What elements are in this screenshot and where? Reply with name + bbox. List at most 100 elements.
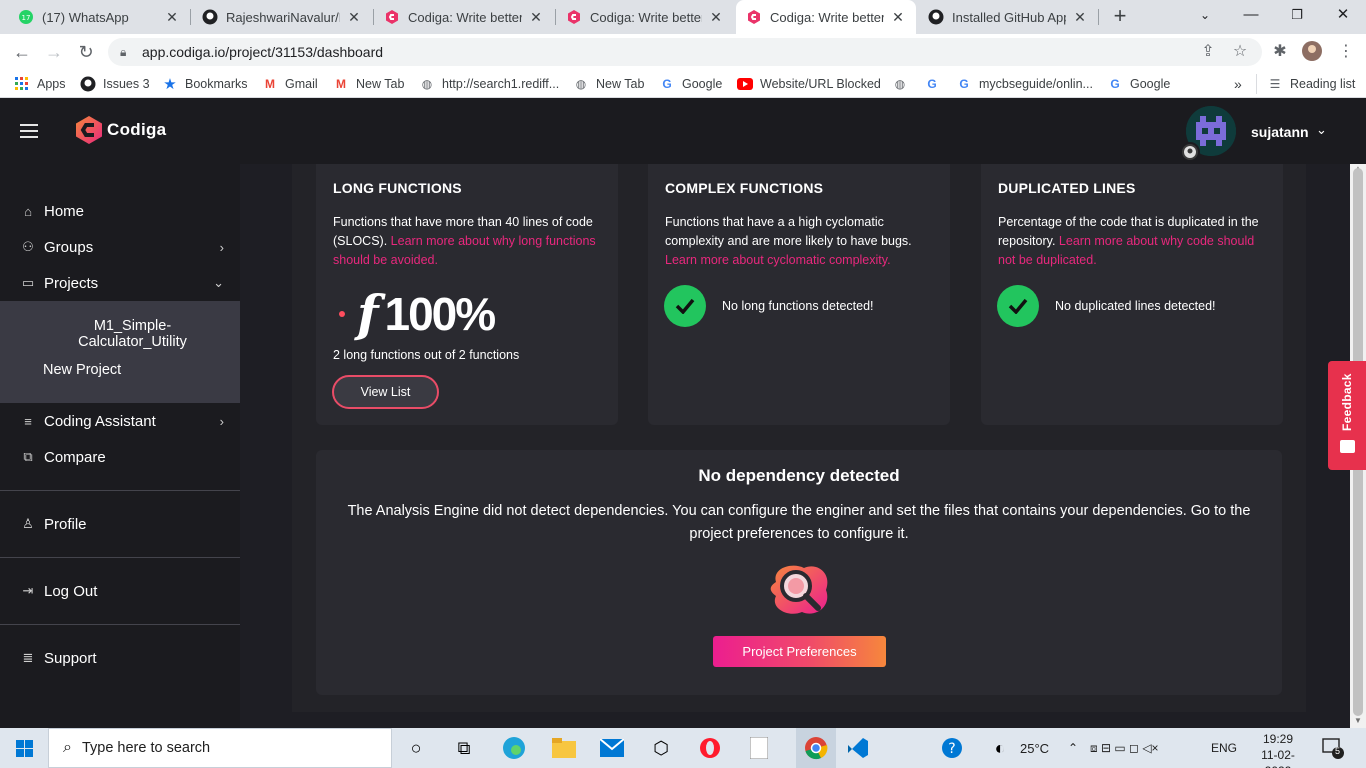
bookmark-globe[interactable]: ◍ [892, 74, 915, 94]
task-view-icon[interactable]: ⧉ [450, 734, 478, 762]
forward-button[interactable]: → [42, 40, 66, 64]
project-preferences-button[interactable]: Project Preferences [713, 636, 886, 667]
github-icon [80, 76, 96, 92]
sidebar-item-home[interactable]: ⌂ Home [0, 193, 240, 229]
help-icon[interactable]: ? [938, 734, 966, 762]
bookmark-bookmarks[interactable]: ★ Bookmarks [162, 74, 247, 94]
github-icon [202, 9, 218, 25]
codiga-logo-icon [76, 116, 102, 144]
notification-count: 5 [1335, 746, 1341, 756]
close-icon[interactable]: ✕ [528, 9, 544, 26]
close-icon[interactable]: ✕ [346, 9, 362, 26]
tray-icons[interactable]: ⧈ ⊟ ▭ ◻ ◁× [1090, 728, 1159, 768]
vscode-icon[interactable] [844, 734, 872, 762]
bookmark-rediff[interactable]: ◍ http://search1.rediff... [419, 74, 559, 94]
sidebar-item-compare[interactable]: ⧉ Compare [0, 439, 240, 475]
tab-codiga-2[interactable]: Codiga: Write better c ✕ [556, 0, 734, 34]
tab-github-repo[interactable]: RajeshwariNavalur/M1 ✕ [192, 0, 372, 34]
tab-whatsapp[interactable]: 17 (17) WhatsApp ✕ [8, 0, 190, 34]
notepad-icon[interactable] [745, 734, 773, 762]
notification-center-icon[interactable]: 5 [1322, 737, 1344, 759]
language-indicator[interactable]: ENG [1211, 728, 1237, 768]
weather-temp[interactable]: 25°C [1020, 728, 1049, 768]
minimize-button[interactable]: — [1228, 0, 1274, 30]
tab-title: (17) WhatsApp [42, 9, 129, 25]
whatsapp-icon: 17 [18, 9, 34, 25]
more-menu-icon[interactable]: ⋮ [1334, 40, 1358, 64]
close-icon[interactable]: ✕ [890, 9, 906, 26]
codiga-logo[interactable]: Codiga [75, 115, 166, 145]
taskbar-search[interactable]: ⌕ Type here to search [48, 728, 392, 768]
share-icon[interactable]: ⇪ [1196, 40, 1220, 64]
bookmark-issues[interactable]: Issues 3 [80, 74, 150, 94]
codiga-icon [566, 9, 582, 25]
sidebar-item-label: Groups [44, 238, 94, 256]
scroll-down-icon[interactable]: ▼ [1354, 716, 1362, 725]
hamburger-menu-icon[interactable] [20, 124, 38, 138]
opera-icon[interactable] [696, 734, 724, 762]
file-explorer-icon[interactable] [550, 734, 578, 762]
sidebar-item-groups[interactable]: ⚇ Groups › [0, 229, 240, 265]
url-field[interactable]: 🔒︎ app.codiga.io/project/31153/dashboard [108, 38, 1262, 66]
store-icon[interactable]: ⬡ [647, 734, 675, 762]
sidebar-divider [0, 490, 240, 491]
taskbar-clock[interactable]: 19:29 11-02-2022 [1251, 731, 1305, 768]
bookmark-google[interactable]: G Google [659, 74, 722, 94]
windows-start-button[interactable] [0, 728, 48, 768]
brand-name: Codiga [107, 120, 167, 139]
tab-codiga-1[interactable]: Codiga: Write better c ✕ [374, 0, 554, 34]
bookmark-gmail[interactable]: M Gmail [262, 74, 318, 94]
bookmark-star-icon[interactable]: ☆ [1228, 40, 1252, 64]
mail-icon[interactable] [598, 734, 626, 762]
username[interactable]: sujatann [1251, 124, 1309, 140]
sidebar-project-link[interactable]: M1_Simple-Calculator_Utility [60, 318, 205, 350]
tray-chevron-icon[interactable]: ⌃ [1068, 728, 1078, 768]
sidebar-item-coding-assistant[interactable]: ≡ Coding Assistant › [0, 403, 240, 439]
close-window-button[interactable]: ✕ [1320, 0, 1366, 30]
extensions-icon[interactable]: ✱ [1268, 40, 1292, 64]
sidebar-item-label: Profile [44, 515, 87, 533]
bookmark-apps[interactable]: Apps [14, 74, 66, 94]
function-icon: f [357, 284, 379, 343]
feedback-tab[interactable]: Feedback [1328, 361, 1366, 470]
new-project-link[interactable]: New Project [43, 362, 121, 378]
cortana-icon[interactable]: ○ [402, 734, 430, 762]
bookmarks-overflow-icon[interactable]: » [1234, 74, 1242, 94]
chevron-down-icon[interactable]: ⌄ [1316, 122, 1327, 138]
back-button[interactable]: ← [10, 40, 34, 64]
tab-search-icon[interactable]: ⌄ [1182, 0, 1228, 30]
google-icon: G [662, 77, 672, 91]
bookmark-google-2[interactable]: G Google [1107, 74, 1170, 94]
profile-avatar-icon[interactable] [1300, 40, 1324, 64]
sidebar-item-projects[interactable]: ▭ Projects ⌄ [0, 265, 240, 301]
learn-more-link[interactable]: Learn more about cyclomatic complexity. [665, 253, 891, 267]
sidebar-item-support[interactable]: ≣ Support [0, 640, 240, 676]
search-icon: ⌕ [63, 739, 72, 756]
sidebar-item-label: Projects [44, 274, 99, 292]
tab-github-app[interactable]: Installed GitHub App ✕ [918, 0, 1098, 34]
restore-button[interactable]: ❐ [1274, 0, 1320, 30]
edge-icon[interactable] [500, 734, 528, 762]
bookmark-blocked[interactable]: Website/URL Blocked [737, 74, 881, 94]
reload-button[interactable]: ↻ [74, 40, 98, 64]
close-icon[interactable]: ✕ [164, 9, 180, 26]
globe-icon: ◍ [421, 77, 433, 91]
weather-icon[interactable]: ◐ [986, 734, 1014, 762]
close-icon[interactable]: ✕ [708, 9, 724, 26]
reading-list-button[interactable]: ☰ Reading list [1256, 74, 1355, 94]
gmail-icon: M [265, 77, 275, 91]
sidebar-item-logout[interactable]: ⇥ Log Out [0, 573, 240, 609]
view-list-button[interactable]: View List [332, 375, 439, 409]
projects-icon: ▭ [21, 275, 35, 290]
bookmark-google-plain[interactable]: G [924, 74, 947, 94]
tab-title: Codiga: Write better c [770, 9, 884, 25]
bookmark-mycbseguide[interactable]: G mycbseguide/onlin... [956, 74, 1093, 94]
sidebar-item-profile[interactable]: ♙ Profile [0, 506, 240, 542]
bookmark-newtab[interactable]: ◍ New Tab [573, 74, 645, 94]
close-icon[interactable]: ✕ [1072, 9, 1088, 26]
tab-codiga-active[interactable]: Codiga: Write better c ✕ [736, 0, 916, 34]
chrome-taskbar-icon[interactable] [796, 728, 836, 768]
bookmark-newtab-gmail[interactable]: M New Tab [333, 74, 404, 94]
new-tab-button[interactable]: + [1108, 5, 1132, 29]
youtube-icon [737, 76, 753, 92]
